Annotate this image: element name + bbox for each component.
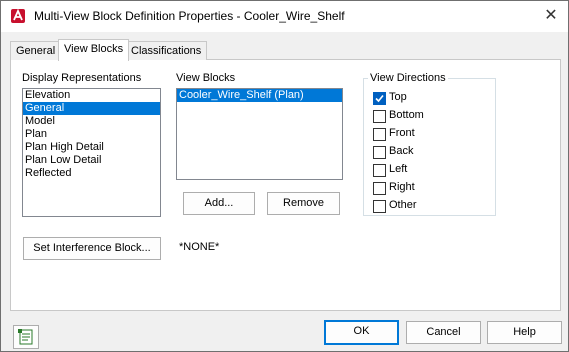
display-representations-label: Display Representations bbox=[22, 72, 142, 84]
list-item[interactable]: Plan Low Detail bbox=[23, 154, 160, 167]
checkbox[interactable] bbox=[373, 110, 386, 123]
list-item[interactable]: General bbox=[23, 102, 160, 115]
checkbox[interactable] bbox=[373, 128, 386, 141]
list-item[interactable]: Elevation bbox=[23, 89, 160, 102]
checkbox-label: Back bbox=[389, 145, 414, 157]
close-button[interactable]: ✕ bbox=[540, 5, 562, 27]
view-directions-label: View Directions bbox=[368, 72, 448, 84]
check-icon bbox=[374, 93, 385, 104]
checkbox[interactable] bbox=[373, 146, 386, 159]
list-item[interactable]: Cooler_Wire_Shelf (Plan) bbox=[177, 89, 342, 102]
help-tool-button[interactable] bbox=[13, 325, 39, 349]
checkbox-label: Bottom bbox=[389, 109, 424, 121]
help-button[interactable]: Help bbox=[487, 321, 562, 344]
tab-classifications[interactable]: Classifications bbox=[125, 41, 208, 60]
window-title: Multi-View Block Definition Properties -… bbox=[34, 9, 345, 23]
set-interference-block-button[interactable]: Set Interference Block... bbox=[23, 237, 161, 260]
checkbox[interactable] bbox=[373, 200, 386, 213]
view-blocks-list[interactable]: Cooler_Wire_Shelf (Plan) bbox=[176, 88, 343, 180]
tab-general[interactable]: General bbox=[10, 41, 62, 60]
list-item[interactable]: Model bbox=[23, 115, 160, 128]
remove-button[interactable]: Remove bbox=[267, 192, 340, 215]
checkbox-label: Left bbox=[389, 163, 408, 175]
view-blocks-label: View Blocks bbox=[176, 72, 236, 84]
list-item[interactable]: Plan High Detail bbox=[23, 141, 160, 154]
display-representations-list[interactable]: Elevation General Model Plan Plan High Detai… bbox=[22, 88, 161, 217]
document-icon bbox=[18, 329, 33, 345]
close-icon: ✕ bbox=[544, 7, 558, 24]
checkbox[interactable] bbox=[373, 182, 386, 195]
list-item[interactable]: Plan bbox=[23, 128, 160, 141]
list-item[interactable]: Reflected bbox=[23, 167, 160, 180]
dialog-window: Multi-View Block Definition Properties -… bbox=[0, 0, 569, 352]
title-bar[interactable]: Multi-View Block Definition Properties -… bbox=[1, 1, 568, 32]
checkbox[interactable] bbox=[373, 164, 386, 177]
checkbox[interactable] bbox=[373, 92, 386, 105]
tab-view-blocks[interactable]: View Blocks bbox=[58, 39, 130, 61]
checkbox-label: Top bbox=[389, 91, 407, 103]
ok-button[interactable]: OK bbox=[324, 320, 399, 345]
app-icon bbox=[11, 8, 25, 23]
cancel-button[interactable]: Cancel bbox=[406, 321, 481, 344]
checkbox-label: Right bbox=[389, 181, 415, 193]
checkbox-label: Other bbox=[389, 199, 417, 211]
checkbox-label: Front bbox=[389, 127, 415, 139]
interference-block-value: *NONE* bbox=[179, 241, 220, 253]
add-button[interactable]: Add... bbox=[183, 192, 255, 215]
